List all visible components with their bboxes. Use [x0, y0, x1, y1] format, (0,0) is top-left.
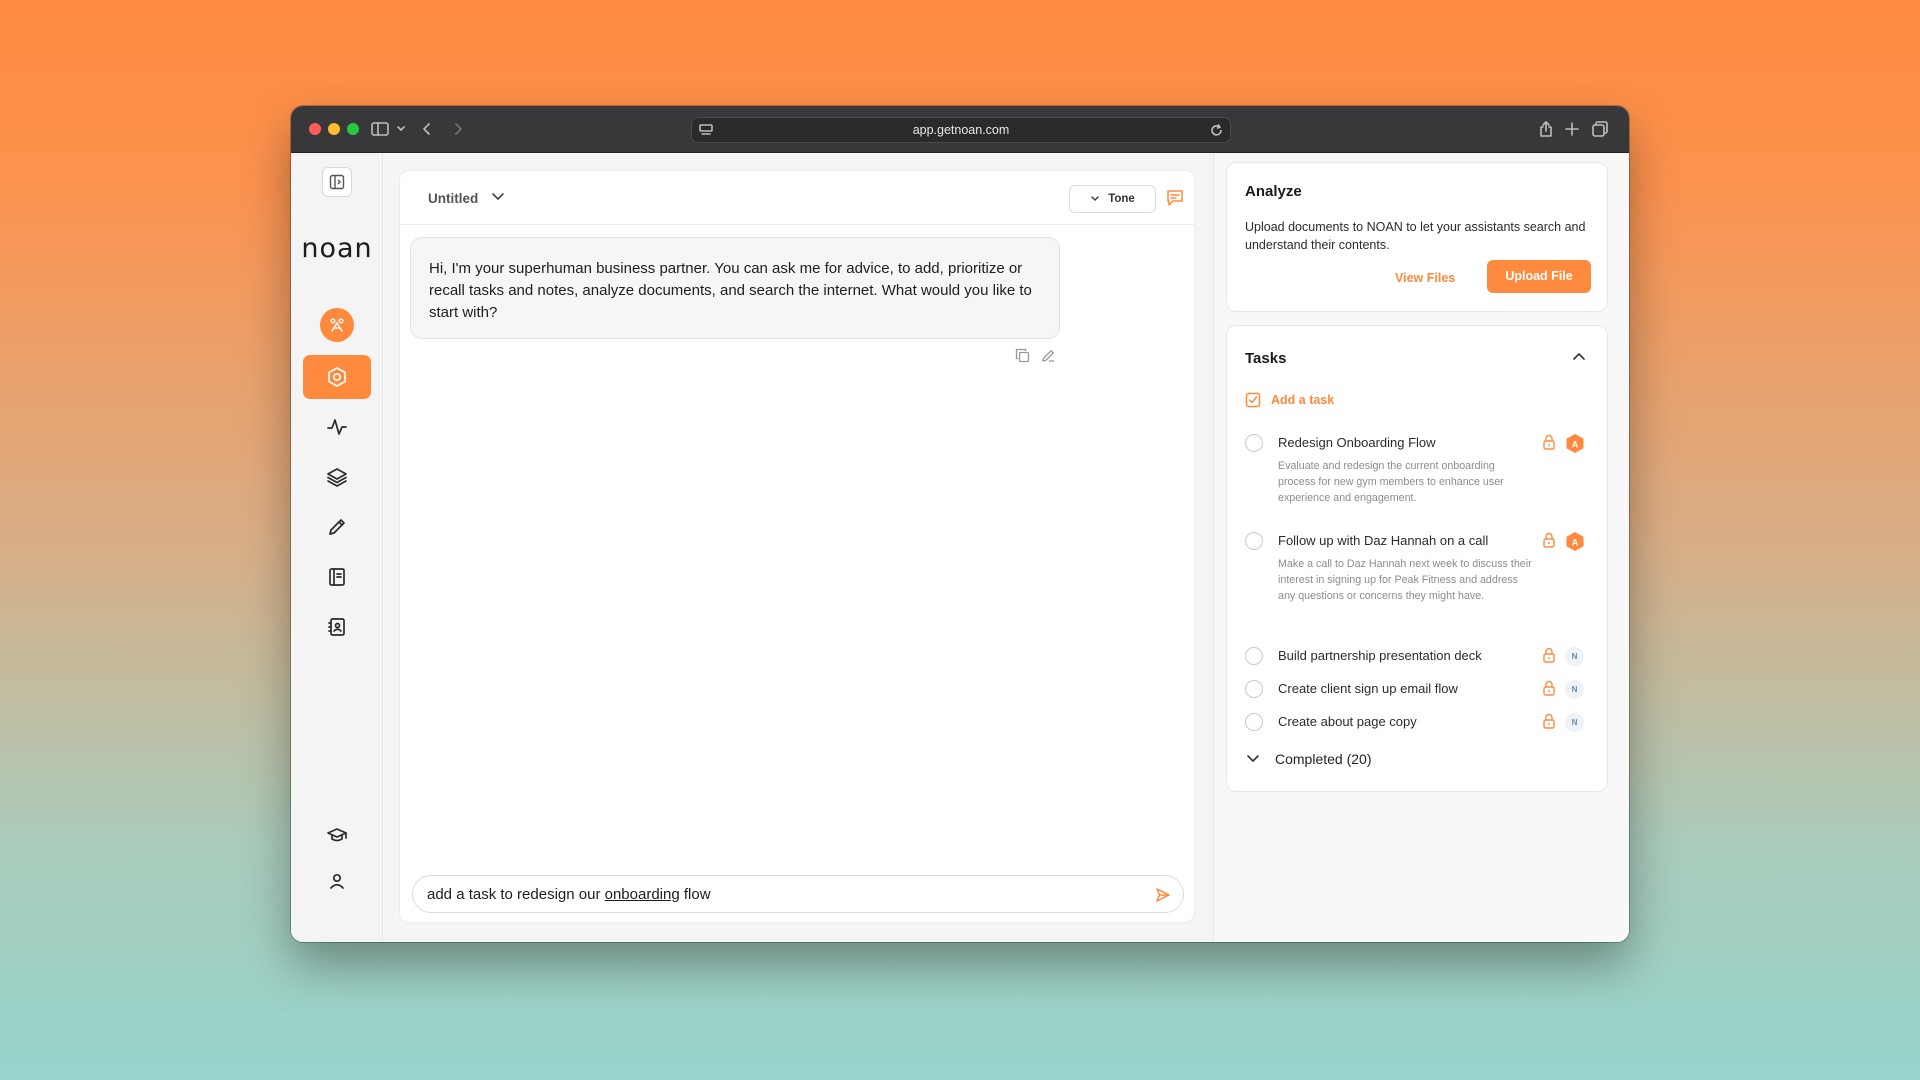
right-panel: Analyze Upload documents to NOAN to let … — [1213, 153, 1629, 942]
task-title[interactable]: Follow up with Daz Hannah on a call — [1278, 533, 1488, 548]
browser-window: app.getnoan.com noan Untitled Tone Hi, I… — [291, 106, 1629, 942]
svg-text:A: A — [1572, 440, 1579, 450]
task-description: Evaluate and redesign the current onboar… — [1278, 460, 1504, 504]
message-input-text[interactable]: add a task to redesign our onboarding fl… — [427, 886, 711, 903]
graduation-cap-icon[interactable] — [303, 813, 371, 857]
task-title[interactable]: Create client sign up email flow — [1278, 681, 1458, 696]
lock-icon[interactable] — [1542, 532, 1556, 553]
add-task-label: Add a task — [1271, 393, 1335, 407]
task-item: Follow up with Daz Hannah on a call Make… — [1245, 532, 1595, 618]
maximize-window-button[interactable] — [347, 123, 359, 135]
task-checkbox[interactable] — [1245, 532, 1263, 550]
chevron-down-icon — [1091, 196, 1099, 202]
reload-icon[interactable] — [1206, 120, 1226, 140]
completed-label: Completed (20) — [1275, 751, 1372, 767]
task-checkbox[interactable] — [1245, 680, 1263, 698]
task-checkbox[interactable] — [1245, 434, 1263, 452]
message-input[interactable]: add a task to redesign our onboarding fl… — [412, 875, 1184, 913]
tone-button[interactable]: Tone — [1069, 185, 1156, 213]
sidebar-icon[interactable] — [370, 119, 390, 139]
tabs-icon[interactable] — [1590, 119, 1610, 139]
task-item: Create about page copy N — [1245, 713, 1595, 733]
share-icon[interactable] — [1536, 119, 1556, 139]
tasks-card: Tasks Add a task Redesign Onboarding Flo… — [1226, 325, 1608, 792]
lock-icon[interactable] — [1542, 647, 1556, 668]
copy-icon[interactable] — [1015, 348, 1030, 368]
send-icon[interactable] — [1155, 887, 1171, 908]
layers-icon[interactable] — [303, 455, 371, 499]
pencil-icon[interactable] — [303, 505, 371, 549]
upload-file-button[interactable]: Upload File — [1487, 260, 1591, 293]
add-task-button[interactable]: Add a task — [1245, 392, 1334, 408]
analyze-card: Analyze Upload documents to NOAN to let … — [1226, 162, 1608, 312]
minimize-window-button[interactable] — [328, 123, 340, 135]
chat-header: Untitled Tone — [400, 171, 1194, 225]
assistant-message: Hi, I'm your superhuman business partner… — [410, 237, 1060, 339]
close-window-button[interactable] — [309, 123, 321, 135]
chevron-down-icon — [1247, 755, 1259, 762]
analyze-description: Upload documents to NOAN to let your ass… — [1245, 220, 1586, 252]
assignee-badge[interactable]: N — [1565, 680, 1584, 699]
completed-toggle[interactable]: Completed (20) — [1245, 751, 1372, 767]
sidebar-nav: noan — [291, 153, 383, 942]
notebook-icon[interactable] — [303, 555, 371, 599]
sidebar-toggle-icon[interactable] — [322, 167, 352, 197]
forward-icon[interactable] — [448, 119, 468, 139]
hexagon-icon[interactable] — [303, 355, 371, 399]
chevron-down-icon[interactable] — [490, 189, 506, 210]
tone-label: Tone — [1108, 193, 1135, 205]
new-note-icon[interactable] — [1165, 188, 1185, 213]
address-bar[interactable]: app.getnoan.com — [691, 117, 1231, 143]
chevron-up-icon[interactable] — [1571, 348, 1587, 369]
task-item: Build partnership presentation deck N — [1245, 647, 1595, 667]
app-content: noan Untitled Tone Hi, I'm your superhum… — [291, 153, 1629, 942]
view-files-link[interactable]: View Files — [1395, 271, 1455, 285]
analyze-title: Analyze — [1245, 183, 1302, 200]
assignee-badge[interactable]: A — [1565, 531, 1585, 557]
task-title[interactable]: Build partnership presentation deck — [1278, 648, 1482, 663]
browser-toolbar: app.getnoan.com — [291, 106, 1629, 153]
chat-panel: Untitled Tone Hi, I'm your superhuman bu… — [399, 170, 1195, 923]
assignee-badge[interactable]: N — [1565, 713, 1584, 732]
task-title[interactable]: Create about page copy — [1278, 714, 1417, 729]
url-text: app.getnoan.com — [912, 123, 1010, 137]
document-title[interactable]: Untitled — [428, 191, 478, 206]
checkbox-icon — [1245, 392, 1261, 408]
noan-logo[interactable]: noan — [291, 233, 383, 264]
task-item: Redesign Onboarding Flow Evaluate and re… — [1245, 434, 1595, 504]
contacts-icon[interactable] — [303, 605, 371, 649]
task-checkbox[interactable] — [1245, 713, 1263, 731]
assignee-badge[interactable]: N — [1565, 647, 1584, 666]
lock-icon[interactable] — [1542, 713, 1556, 734]
lock-icon[interactable] — [1542, 680, 1556, 701]
edit-icon[interactable] — [1041, 348, 1056, 368]
svg-text:A: A — [1572, 538, 1579, 548]
task-title[interactable]: Redesign Onboarding Flow — [1278, 435, 1436, 450]
activity-icon[interactable] — [303, 405, 371, 449]
new-tab-icon[interactable] — [1562, 119, 1582, 139]
lock-icon[interactable] — [1542, 434, 1556, 455]
task-checkbox[interactable] — [1245, 647, 1263, 665]
task-item: Create client sign up email flow N — [1245, 680, 1595, 700]
assistant-icon[interactable] — [320, 308, 354, 342]
task-description: Make a call to Daz Hannah next week to d… — [1278, 558, 1532, 602]
user-icon[interactable] — [303, 859, 371, 903]
tasks-title: Tasks — [1245, 350, 1287, 367]
back-icon[interactable] — [417, 119, 437, 139]
chevron-down-icon[interactable] — [391, 119, 411, 139]
assignee-badge[interactable]: A — [1565, 433, 1585, 459]
